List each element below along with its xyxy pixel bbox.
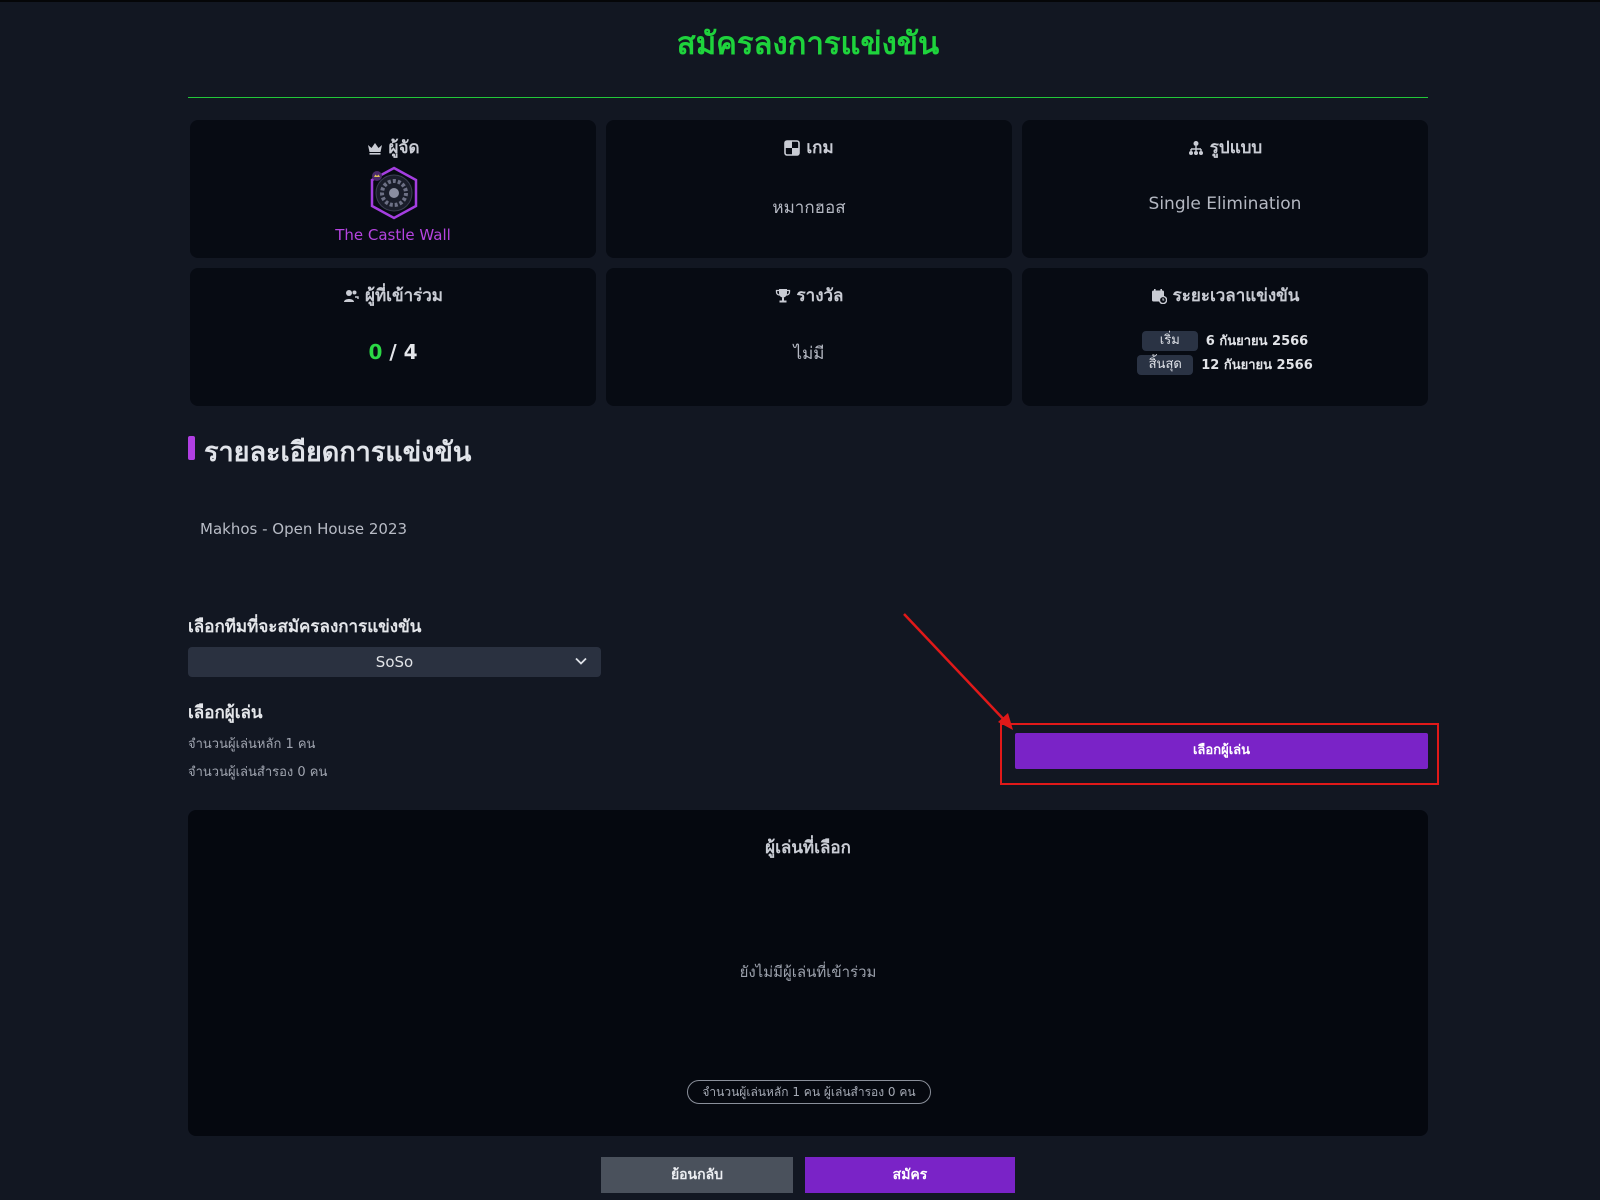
bracket-icon bbox=[1188, 140, 1203, 155]
team-select-label: เลือกทีมที่จะสมัครลงการแข่งขัน bbox=[188, 617, 422, 637]
period-start-row: เริ่ม 6 กันยายน 2566 bbox=[1022, 330, 1428, 351]
calendar-clock-icon bbox=[1151, 288, 1167, 304]
top-border bbox=[0, 0, 1600, 2]
crown-icon bbox=[367, 142, 382, 155]
period-card: ระยะเวลาแข่งขัน เริ่ม 6 กันยายน 2566 สิ้… bbox=[1022, 268, 1428, 406]
main-player-count: จำนวนผู้เล่นหลัก 1 คน bbox=[188, 737, 316, 752]
format-card: รูปแบบ Single Elimination bbox=[1022, 120, 1428, 258]
game-label: เกม bbox=[806, 138, 834, 158]
format-card-header: รูปแบบ bbox=[1022, 134, 1428, 161]
prize-card-header: รางวัล bbox=[606, 282, 1012, 309]
period-start-date: 6 กันยายน 2566 bbox=[1205, 334, 1309, 349]
team-select-value: SoSo bbox=[375, 653, 414, 671]
prize-card: รางวัล ไม่มี bbox=[606, 268, 1012, 406]
details-description: Makhos - Open House 2023 bbox=[200, 520, 408, 538]
sub-player-count: จำนวนผู้เล่นสำรอง 0 คน bbox=[188, 765, 328, 780]
period-end-tag: สิ้นสุด bbox=[1137, 354, 1194, 375]
back-button[interactable]: ย้อนกลับ bbox=[601, 1157, 793, 1193]
player-summary-pill: จำนวนผู้เล่นหลัก 1 คน ผู้เล่นสำรอง 0 คน bbox=[687, 1080, 931, 1104]
format-value: Single Elimination bbox=[1148, 194, 1302, 214]
participants-separator: / bbox=[382, 340, 404, 364]
prize-value: ไม่มี bbox=[793, 344, 825, 364]
period-card-header: ระยะเวลาแข่งขัน bbox=[1022, 282, 1428, 309]
selected-players-panel: ผู้เล่นที่เลือก ยังไม่มีผู้เล่นที่เข้าร่… bbox=[188, 810, 1428, 1136]
format-label: รูปแบบ bbox=[1209, 138, 1263, 158]
pick-players-button[interactable]: เลือกผู้เล่น bbox=[1015, 733, 1428, 769]
period-end-row: สิ้นสุด 12 กันยายน 2566 bbox=[1022, 354, 1428, 375]
submit-button[interactable]: สมัคร bbox=[805, 1157, 1015, 1193]
participants-max: 4 bbox=[403, 340, 418, 364]
period-end-date: 12 กันยายน 2566 bbox=[1201, 358, 1313, 373]
empty-players-text: ยังไม่มีผู้เล่นที่เข้าร่วม bbox=[739, 963, 877, 981]
period-label: ระยะเวลาแข่งขัน bbox=[1172, 286, 1300, 306]
annotation-arrow bbox=[903, 613, 1013, 730]
period-start-tag: เริ่ม bbox=[1141, 330, 1198, 351]
organizer-label: ผู้จัด bbox=[388, 138, 420, 158]
trophy-icon bbox=[775, 288, 790, 302]
organizer-card: ผู้จัด The Castle Wall bbox=[190, 120, 596, 258]
title-divider bbox=[188, 97, 1428, 98]
organizer-logo[interactable] bbox=[368, 166, 420, 220]
organizer-name[interactable]: The Castle Wall bbox=[190, 226, 596, 244]
selected-players-title: ผู้เล่นที่เลือก bbox=[765, 838, 851, 858]
organizer-card-header: ผู้จัด bbox=[190, 134, 596, 161]
page-title: สมัครลงการแข่งขัน bbox=[676, 26, 940, 62]
participants-count: 0 / 4 bbox=[190, 340, 596, 364]
players-label: เลือกผู้เล่น bbox=[188, 703, 263, 723]
prize-label: รางวัล bbox=[796, 286, 844, 306]
participants-card-header: ผู้ที่เข้าร่วม bbox=[190, 282, 596, 309]
participants-current: 0 bbox=[368, 340, 383, 364]
game-value: หมากฮอส bbox=[772, 198, 846, 218]
details-heading: รายละเอียดการแข่งขัน bbox=[204, 437, 472, 468]
participants-label: ผู้ที่เข้าร่วม bbox=[364, 286, 444, 306]
chevron-down-icon bbox=[575, 657, 587, 665]
game-card-header: เกม bbox=[606, 134, 1012, 161]
users-icon bbox=[343, 289, 359, 302]
board-game-icon bbox=[784, 139, 801, 156]
game-card: เกม หมากฮอส bbox=[606, 120, 1012, 258]
section-accent-bar bbox=[188, 436, 195, 460]
participants-card: ผู้ที่เข้าร่วม 0 / 4 bbox=[190, 268, 596, 406]
team-select-dropdown[interactable]: SoSo bbox=[188, 647, 601, 677]
